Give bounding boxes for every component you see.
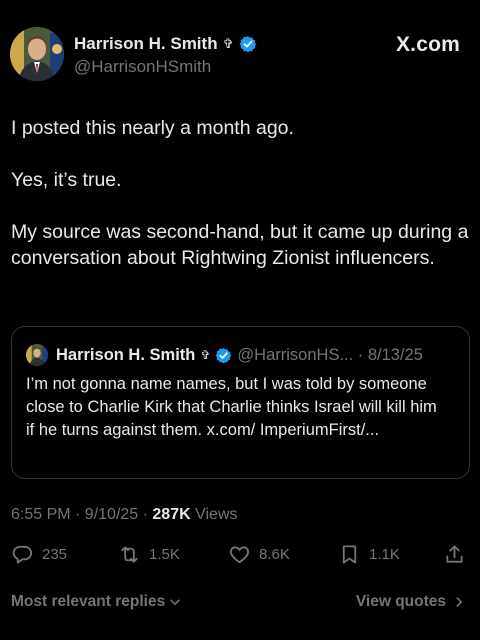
author-avatar[interactable] [10, 27, 64, 81]
repost-count: 1.5K [149, 545, 180, 563]
author-name-row: Harrison H. Smith ✞ [74, 34, 257, 54]
like-button[interactable]: 8.6K [228, 540, 290, 568]
post-paragraph: I posted this nearly a month ago. [11, 117, 294, 139]
views-label: Views [190, 506, 238, 523]
author-name[interactable]: Harrison H. Smith [74, 34, 218, 54]
post-paragraph: My source was second-hand, but it came u… [11, 221, 469, 269]
verified-badge-icon [239, 36, 256, 53]
view-quotes-link[interactable]: View quotes [356, 593, 466, 611]
sort-replies-dropdown[interactable]: Most relevant replies [11, 593, 182, 611]
post-meta: 6:55 PM · 9/10/25 · 287K Views [11, 506, 238, 524]
repost-button[interactable]: 1.5K [118, 540, 180, 568]
share-button[interactable] [443, 540, 466, 568]
reply-count: 235 [42, 545, 68, 563]
chevron-down-icon [170, 599, 180, 605]
quoted-verified-badge-icon [216, 347, 232, 363]
bookmark-count: 1.1K [369, 545, 400, 563]
quoted-avatar-image [26, 344, 48, 366]
post-timestamp[interactable]: 6:55 PM · 9/10/25 · [11, 506, 152, 523]
quoted-post[interactable]: Harrison H. Smith ✞ @HarrisonHS... · 8/1… [11, 326, 470, 479]
bookmark-button[interactable]: 1.1K [338, 540, 400, 568]
post-text: I posted this nearly a month ago. Yes, i… [11, 115, 471, 271]
quoted-author-avatar [26, 344, 48, 366]
like-count: 8.6K [259, 545, 290, 563]
post-paragraph: Yes, it’s true. [11, 169, 122, 191]
quoted-handle-date: @HarrisonHS... · 8/13/25 [237, 345, 423, 364]
author-handle[interactable]: @HarrisonHSmith [74, 57, 211, 77]
brand-label: X.com [395, 33, 460, 56]
reply-button[interactable]: 235 [11, 540, 67, 568]
action-bar: 235 1.5K 8.6K 1.1K [11, 540, 469, 568]
reply-icon [12, 545, 33, 564]
share-icon [446, 544, 463, 563]
heart-icon [229, 545, 250, 563]
repost-icon [121, 545, 138, 563]
chevron-right-icon [456, 597, 462, 607]
quoted-cross-emoji: ✞ [200, 348, 211, 362]
post-page: Harrison H. Smith ✞ @HarrisonHSmith X.co… [0, 0, 480, 640]
sort-replies-label: Most relevant replies [11, 593, 166, 610]
avatar-image [10, 27, 64, 81]
view-quotes-label: View quotes [355, 593, 446, 610]
bookmark-icon [342, 544, 357, 564]
views-count: 287K [152, 506, 191, 523]
quoted-author-name: Harrison H. Smith [56, 345, 196, 364]
quoted-post-text: I’m not gonna name names, but I was told… [26, 375, 437, 439]
post-header: Harrison H. Smith ✞ @HarrisonHSmith X.co… [10, 27, 460, 83]
cross-emoji: ✞ [222, 36, 234, 51]
quoted-post-header: Harrison H. Smith ✞ @HarrisonHS... · 8/1… [26, 344, 423, 366]
